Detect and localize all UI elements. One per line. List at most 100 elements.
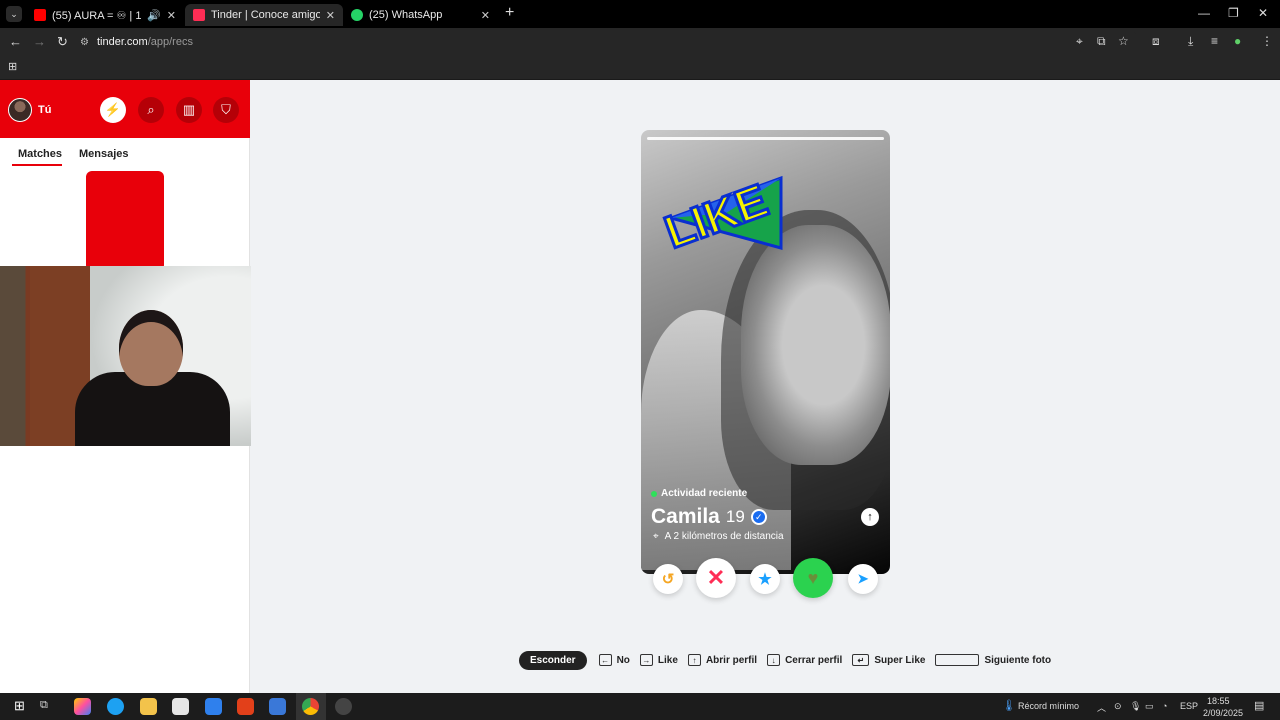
keyboard-shortcuts: Esconder ← No → Like ↑ Abrir perfil ↓ Cerrar… bbox=[519, 650, 1061, 670]
user-label[interactable]: Tú bbox=[38, 104, 51, 116]
download-icon[interactable]: ⤓ bbox=[1188, 34, 1193, 49]
tab-whatsapp[interactable]: (25) WhatsApp ✕ bbox=[343, 4, 498, 26]
active-tab-indicator bbox=[12, 164, 62, 166]
sidebar-tabs: Matches Mensajes bbox=[0, 146, 250, 166]
bookmark-star-icon[interactable]: ☆ bbox=[1118, 34, 1129, 48]
apps-grid-icon[interactable]: ⊞ bbox=[8, 60, 17, 73]
new-tab-button[interactable]: + bbox=[505, 4, 514, 22]
tab-messages[interactable]: Mensajes bbox=[79, 148, 129, 160]
verified-badge-icon: ✓ bbox=[750, 509, 767, 525]
photo-progress-bar bbox=[647, 137, 884, 140]
shortcut-next-photo: Siguiente foto bbox=[984, 654, 1052, 666]
shortcut-no: No bbox=[616, 654, 630, 666]
tab-title: Tinder | Conoce amigos y gente bbox=[211, 9, 320, 21]
location-icon[interactable]: ⌖ bbox=[1076, 34, 1083, 49]
weather-text[interactable]: Récord mínimo bbox=[1018, 701, 1079, 711]
hide-shortcuts-button[interactable]: Esconder bbox=[519, 650, 587, 670]
like-stamp: LIKE bbox=[656, 172, 783, 260]
copilot-icon[interactable] bbox=[74, 698, 91, 715]
avatar[interactable] bbox=[8, 98, 32, 122]
tinder-icon bbox=[193, 9, 205, 21]
language-indicator[interactable]: ESP bbox=[1180, 701, 1198, 711]
shortcut-close-profile: Cerrar perfil bbox=[785, 654, 843, 666]
speaker-icon[interactable]: 🔊 bbox=[147, 9, 161, 22]
clock-time[interactable]: 18:55 bbox=[1207, 696, 1230, 706]
likes-card[interactable] bbox=[86, 171, 164, 271]
task-view-icon[interactable]: ⧉ bbox=[40, 699, 48, 712]
battery-icon[interactable]: ▭ bbox=[1145, 701, 1154, 712]
tab-title: (25) WhatsApp bbox=[369, 9, 443, 21]
super-like-button[interactable]: ★ bbox=[750, 564, 780, 594]
forward-arrow-icon[interactable]: → bbox=[33, 34, 46, 49]
explore-icon[interactable]: ⌕ bbox=[138, 97, 164, 123]
enter-key-icon: ↵ bbox=[852, 654, 870, 666]
tab-youtube[interactable]: (55) AURA = ♾ | 1 HOUR 🔊 ✕ bbox=[26, 4, 184, 26]
profile-name-row: Camila 19 ✓ bbox=[651, 505, 767, 529]
edge-icon[interactable] bbox=[107, 698, 124, 715]
url-path: /app/recs bbox=[147, 36, 193, 48]
briefcase-icon[interactable]: ▥ bbox=[176, 97, 202, 123]
tab-title: (55) AURA = ♾ | 1 HOUR bbox=[52, 9, 142, 22]
right-key-icon: → bbox=[639, 654, 653, 666]
taskbar: ⊞ ⧉ 🌡 Récord mínimo ︿ ⊙ 🎙 ▭ ◔ ESP 18:55 … bbox=[0, 693, 1280, 720]
clock-date[interactable]: 2/09/2025 bbox=[1203, 708, 1243, 718]
address-bar: ← → ↻ ⚙ tinder.com/app/recs ⌖ ⧉ ☆ ⧈ ⤓ ≡ … bbox=[0, 28, 1280, 56]
shield-icon[interactable]: ⛉ bbox=[213, 97, 239, 123]
close-tab-icon[interactable]: ✕ bbox=[167, 9, 176, 22]
wifi-icon[interactable]: ◔ bbox=[1162, 701, 1167, 711]
tray-app-icon[interactable]: ⊙ bbox=[1114, 701, 1122, 712]
profile-age: 19 bbox=[725, 507, 745, 526]
activity-status: Actividad reciente bbox=[651, 488, 747, 499]
down-key-icon: ↓ bbox=[767, 654, 781, 666]
bookmarks-bar: ⊞ bbox=[0, 56, 1280, 80]
main-area: LIKE Actividad reciente Camila 19 ✓ ⌖ A … bbox=[251, 80, 1280, 693]
minimize-button[interactable]: — bbox=[1198, 6, 1210, 20]
space-key-icon bbox=[935, 654, 980, 666]
profile-name: Camila bbox=[651, 505, 720, 528]
tab-tinder[interactable]: Tinder | Conoce amigos y gente ✕ bbox=[185, 4, 343, 26]
webcam-person bbox=[75, 310, 230, 446]
site-info-icon[interactable]: ⚙ bbox=[80, 37, 89, 48]
send-message-button[interactable]: ➤ bbox=[848, 564, 878, 594]
like-button[interactable]: ♥ bbox=[793, 558, 833, 598]
back-arrow-icon[interactable]: ← bbox=[9, 34, 22, 49]
store-icon[interactable] bbox=[172, 698, 189, 715]
profile-card[interactable]: LIKE Actividad reciente Camila 19 ✓ ⌖ A … bbox=[641, 130, 890, 574]
cast-icon[interactable]: ⧉ bbox=[1097, 34, 1106, 49]
close-tab-icon[interactable]: ✕ bbox=[326, 9, 335, 22]
shortcut-super-like: Super Like bbox=[874, 654, 926, 666]
profile-icon[interactable]: ● bbox=[1234, 34, 1241, 48]
start-windows-icon[interactable]: ⊞ bbox=[14, 698, 25, 714]
microphone-icon[interactable]: 🎙 bbox=[1130, 701, 1141, 712]
activity-text: Actividad reciente bbox=[661, 488, 748, 499]
youtube-icon bbox=[34, 9, 46, 21]
chrome-icon[interactable] bbox=[302, 698, 319, 715]
tab-matches[interactable]: Matches bbox=[18, 148, 62, 160]
tab-search-button[interactable]: ⌄ bbox=[6, 6, 22, 22]
brave-icon[interactable] bbox=[237, 698, 254, 715]
sidebar-header: Tú ⚡ ⌕ ▥ ⛉ bbox=[0, 80, 250, 138]
boost-icon[interactable]: ⚡ bbox=[100, 97, 126, 123]
file-explorer-icon[interactable] bbox=[140, 698, 157, 715]
rewind-button[interactable]: ↺ bbox=[653, 564, 683, 594]
close-tab-icon[interactable]: ✕ bbox=[481, 9, 490, 22]
media-queue-icon[interactable]: ≡ bbox=[1211, 34, 1218, 48]
whatsapp-icon bbox=[351, 9, 363, 21]
obs-icon[interactable] bbox=[335, 698, 352, 715]
shortcut-open-profile: Abrir perfil bbox=[705, 654, 758, 666]
up-key-icon: ↑ bbox=[687, 654, 701, 666]
restore-button[interactable]: ❐ bbox=[1228, 6, 1239, 20]
close-window-button[interactable]: ✕ bbox=[1258, 6, 1268, 20]
extensions-icon[interactable]: ⧈ bbox=[1152, 34, 1160, 49]
nope-button[interactable]: ✕ bbox=[696, 558, 736, 598]
calculator-icon[interactable] bbox=[269, 698, 286, 715]
online-dot-icon bbox=[651, 490, 657, 497]
url-host: tinder.com bbox=[96, 36, 148, 48]
open-profile-button[interactable]: ↑ bbox=[861, 508, 879, 526]
url-field[interactable]: ⚙ tinder.com/app/recs bbox=[80, 31, 1140, 53]
tray-chevron-icon[interactable]: ︿ bbox=[1097, 701, 1106, 714]
notification-icon[interactable]: ▤ bbox=[1254, 699, 1264, 712]
menu-dots-icon[interactable]: ⋮ bbox=[1261, 34, 1273, 48]
mail-icon[interactable] bbox=[205, 698, 222, 715]
reload-icon[interactable]: ↻ bbox=[57, 34, 68, 50]
